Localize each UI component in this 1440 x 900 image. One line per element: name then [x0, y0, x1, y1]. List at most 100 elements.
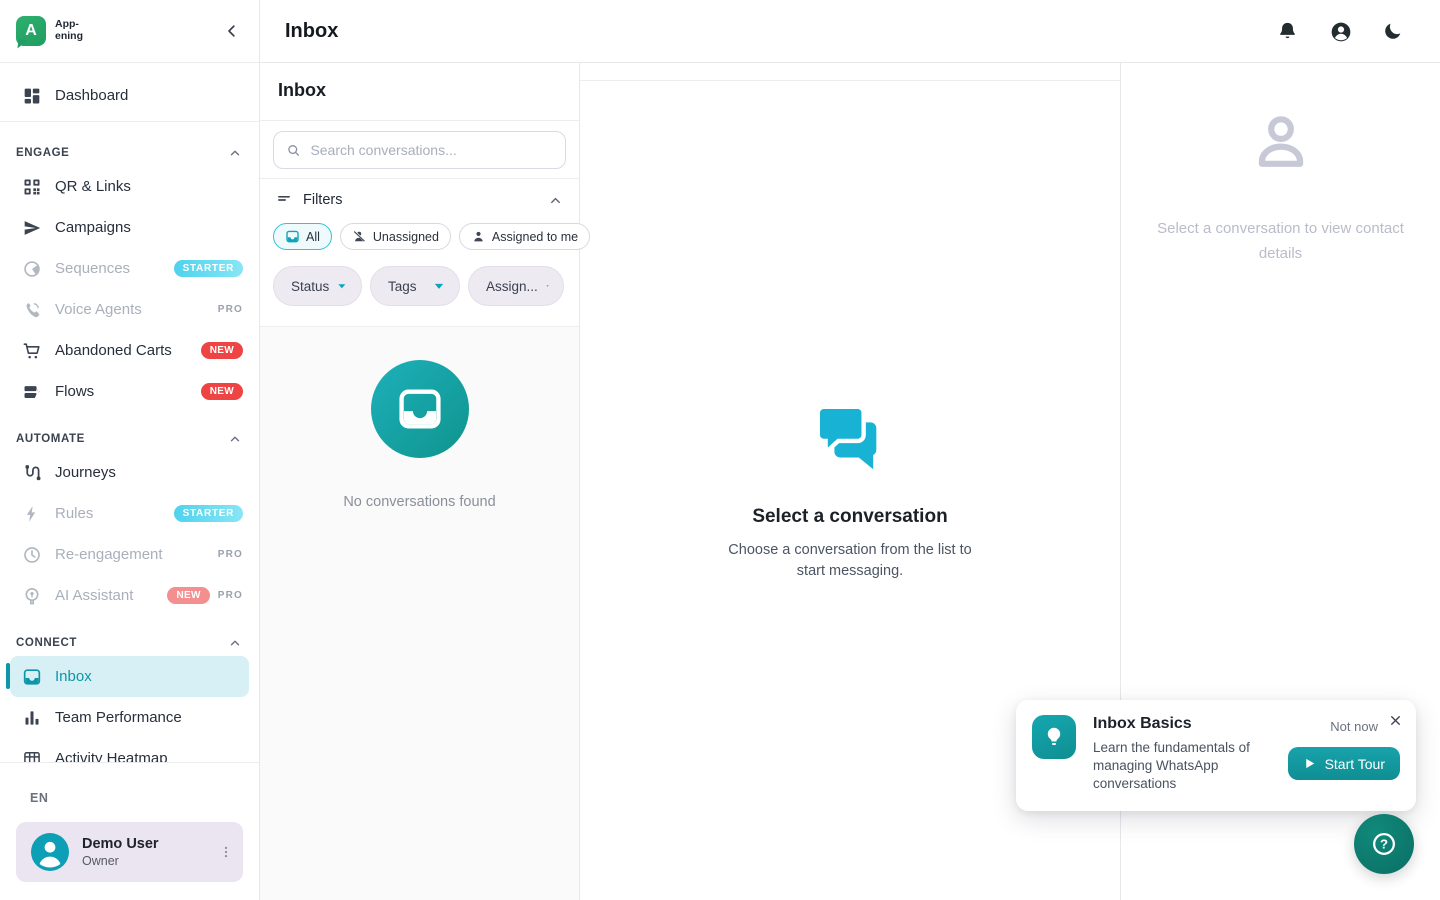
sidebar-item-label: Team Performance: [55, 709, 182, 726]
top-header: Inbox: [260, 0, 1440, 63]
inbox-icon: [22, 667, 42, 687]
not-now-button[interactable]: Not now: [1330, 719, 1378, 734]
sidebar-item-label: Inbox: [55, 668, 92, 685]
caret-down-icon: [337, 281, 347, 291]
sidebar-item-label: Voice Agents: [55, 301, 142, 318]
sidebar-item-voice-agents[interactable]: Voice Agents PRO: [0, 289, 259, 330]
sidebar-section-automate[interactable]: AUTOMATE: [0, 426, 259, 452]
sidebar-item-label: Dashboard: [55, 87, 128, 104]
account-button[interactable]: [1330, 21, 1351, 42]
user-circle-icon: [1330, 21, 1352, 43]
chat-bubbles-icon: [811, 399, 889, 477]
sidebar-section-engage[interactable]: ENGAGE: [0, 140, 259, 166]
chip-label: Unassigned: [373, 230, 439, 244]
dots-vertical-icon: [217, 843, 235, 861]
phone-icon: [22, 300, 42, 320]
chevron-up-icon: [548, 193, 563, 208]
sidebar-item-label: Rules: [55, 505, 93, 522]
sidebar-item-activity-heatmap[interactable]: Activity Heatmap: [0, 738, 259, 762]
tour-card-body: Inbox Basics Learn the fundamentals of m…: [1093, 715, 1271, 795]
starter-badge: STARTER: [174, 260, 243, 277]
app-window: A App- ening Dashboard ENGAGE: [0, 0, 1440, 900]
sidebar-item-qr-links[interactable]: QR & Links: [0, 166, 259, 207]
notifications-button[interactable]: [1277, 21, 1298, 42]
moon-icon: [1383, 21, 1403, 41]
play-icon: [1303, 757, 1316, 770]
filter-chips: All Unassigned Assigned to me: [273, 223, 566, 250]
brand-name: App- ening: [55, 19, 83, 42]
user-menu-button[interactable]: [217, 843, 235, 861]
assignee-dropdown[interactable]: Assign...: [468, 266, 564, 306]
starter-badge: STARTER: [174, 505, 243, 522]
status-dropdown[interactable]: Status: [273, 266, 362, 306]
header-actions: [1277, 21, 1404, 42]
chat-header-placeholder: [580, 63, 1120, 81]
pro-tag: PRO: [218, 590, 243, 601]
search-row: [260, 121, 579, 179]
close-button[interactable]: [1388, 713, 1403, 728]
filter-chip-assigned-to-me[interactable]: Assigned to me: [459, 223, 590, 250]
dropdown-label: Assign...: [486, 279, 538, 294]
sidebar-footer: EN Demo User Owner: [0, 762, 259, 900]
bell-icon: [1277, 21, 1298, 42]
cart-icon: [22, 341, 42, 361]
sidebar-item-flows[interactable]: Flows NEW: [0, 371, 259, 412]
sidebar-item-rules[interactable]: Rules STARTER: [0, 493, 259, 534]
logo-row: A App- ening: [0, 0, 259, 63]
send-icon: [22, 218, 42, 238]
search-input[interactable]: [310, 142, 553, 158]
qr-code-icon: [22, 177, 42, 197]
filter-chip-all[interactable]: All: [273, 223, 332, 250]
dropdown-label: Tags: [388, 279, 417, 294]
empty-state-text: No conversations found: [343, 494, 495, 510]
caret-down-icon: [546, 281, 549, 291]
user-role: Owner: [82, 854, 159, 868]
sidebar-item-dashboard[interactable]: Dashboard: [0, 75, 259, 116]
sidebar-collapse-button[interactable]: [223, 22, 241, 40]
tour-card-actions: Not now Start Tour: [1288, 715, 1400, 795]
lightbulb-icon: [1042, 725, 1066, 749]
start-tour-button[interactable]: Start Tour: [1288, 747, 1400, 780]
sidebar-item-inbox[interactable]: Inbox: [10, 656, 249, 697]
page-title: Inbox: [285, 20, 338, 43]
section-label: CONNECT: [16, 637, 77, 649]
user-name: Demo User: [82, 836, 159, 852]
sidebar-item-ai-assistant[interactable]: AI Assistant NEW PRO: [0, 575, 259, 616]
sidebar-item-label: AI Assistant: [55, 587, 133, 604]
theme-toggle-button[interactable]: [1383, 21, 1404, 42]
heatmap-grid-icon: [22, 749, 42, 763]
sidebar-item-label: Campaigns: [55, 219, 131, 236]
language-selector[interactable]: EN: [16, 791, 243, 805]
filter-chip-unassigned[interactable]: Unassigned: [340, 223, 451, 250]
flows-icon: [22, 382, 42, 402]
sidebar-item-campaigns[interactable]: Campaigns: [0, 207, 259, 248]
chevron-up-icon: [228, 432, 242, 446]
new-badge: NEW: [201, 383, 243, 400]
tags-dropdown[interactable]: Tags: [370, 266, 460, 306]
chevron-left-icon: [223, 22, 241, 40]
inbox-icon: [285, 229, 300, 244]
sidebar-item-label: Abandoned Carts: [55, 342, 172, 359]
start-tour-label: Start Tour: [1325, 756, 1385, 772]
logo-letter: A: [25, 22, 37, 40]
close-icon: [1388, 713, 1403, 728]
tour-card-title: Inbox Basics: [1093, 715, 1271, 733]
sidebar-item-journeys[interactable]: Journeys: [0, 452, 259, 493]
search-icon: [286, 142, 301, 159]
sidebar-item-re-engagement[interactable]: Re-engagement PRO: [0, 534, 259, 575]
sidebar-item-abandoned-carts[interactable]: Abandoned Carts NEW: [0, 330, 259, 371]
conversation-empty-state: No conversations found: [260, 327, 579, 900]
filters-label: Filters: [303, 192, 342, 208]
sidebar-section-connect[interactable]: CONNECT: [0, 630, 259, 656]
user-info: Demo User Owner: [82, 836, 159, 868]
user-card[interactable]: Demo User Owner: [16, 822, 243, 882]
conversation-list-panel: Inbox Filters: [260, 63, 580, 900]
lightbulb-badge: [1032, 715, 1076, 759]
sidebar-item-sequences[interactable]: Sequences STARTER: [0, 248, 259, 289]
sidebar-item-label: Activity Heatmap: [55, 750, 168, 762]
conversation-list-title: Inbox: [260, 63, 579, 121]
help-button[interactable]: ?: [1354, 814, 1414, 874]
sidebar-item-team-performance[interactable]: Team Performance: [0, 697, 259, 738]
chevron-up-icon: [228, 146, 242, 160]
filters-header[interactable]: Filters: [273, 192, 566, 208]
